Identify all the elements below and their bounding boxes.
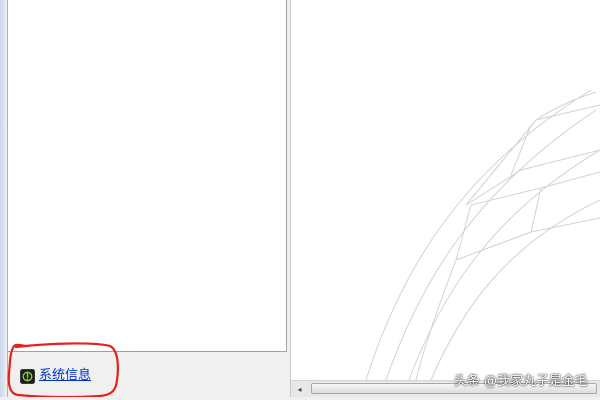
screenshot-stage: 系统信息 ◂ 头条 @我家丸子是金毛 [0,0,600,400]
system-info-link[interactable]: 系统信息 [20,368,91,384]
system-info-label[interactable]: 系统信息 [39,368,91,384]
scroll-left-arrow-icon[interactable]: ◂ [291,381,308,397]
window-frame-left [0,0,8,400]
left-tree-pane[interactable] [8,0,287,352]
left-pane-footer: 系统信息 [8,352,289,400]
right-content-pane [291,0,600,380]
background-watermark-art [365,89,600,380]
system-info-icon [20,368,35,384]
credit-watermark-text: 头条 @我家丸子是金毛 [453,374,588,389]
